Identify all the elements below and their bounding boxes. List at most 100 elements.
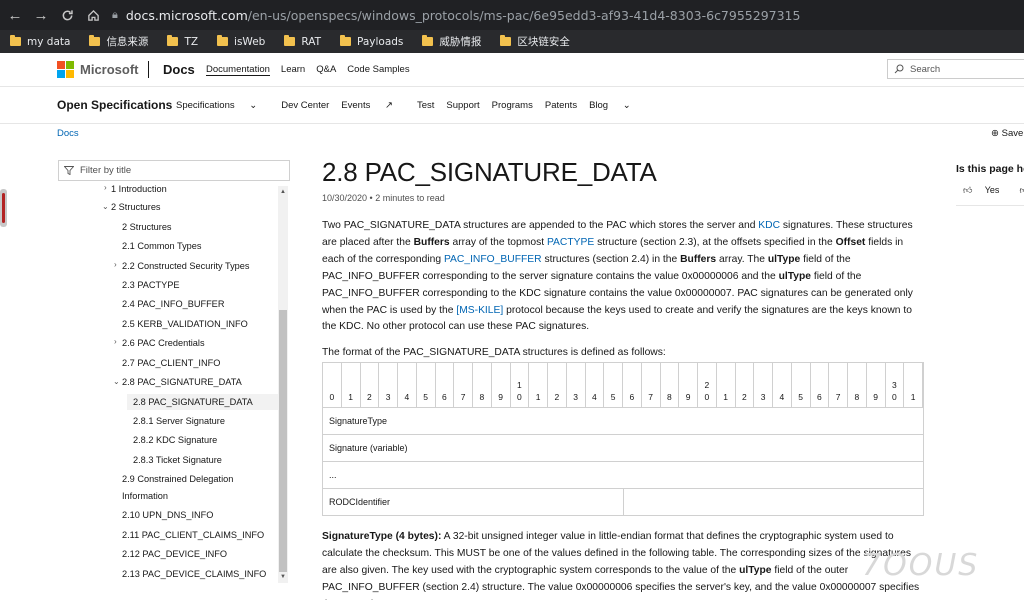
scroll-up-icon[interactable]: ▲ <box>280 189 286 195</box>
toc-item[interactable]: 2 Structures <box>122 221 172 233</box>
toc-item[interactable]: 2.8.1 Server Signature <box>133 415 225 427</box>
bit-label: 3 0 <box>892 380 897 402</box>
microsoft-logo-icon <box>57 61 74 78</box>
toc-item[interactable]: 2.6 PAC Credentials <box>122 337 205 349</box>
page-title: 2.8 PAC_SIGNATURE_DATA <box>322 157 657 187</box>
article-meta: 10/30/2020 • 2 minutes to read <box>322 193 445 203</box>
url-path: /en-us/openspecs/windows_protocols/ms-pa… <box>247 7 801 23</box>
home-icon[interactable] <box>82 4 104 26</box>
nav-dev-center[interactable]: Dev Center <box>281 100 329 111</box>
cell-divider <box>623 488 624 516</box>
pactype-link[interactable]: PACTYPE <box>547 237 594 248</box>
save-button[interactable]: ⊕ Save <box>991 128 1023 139</box>
url-field[interactable]: 🔒︎ docs.microsoft.com/en-us/openspecs/wi… <box>112 4 1024 26</box>
search-icon <box>894 64 904 74</box>
pac-info-buffer-link[interactable]: PAC_INFO_BUFFER <box>444 254 542 265</box>
nav-patents[interactable]: Patents <box>545 100 577 111</box>
toc-item[interactable]: 2.4 PAC_INFO_BUFFER <box>122 298 224 310</box>
open-specs-title[interactable]: Open Specifications <box>57 98 172 112</box>
nav-test[interactable]: Test <box>417 100 434 111</box>
bit-label: 5 <box>610 392 616 402</box>
bit-cell: 0 <box>323 363 342 407</box>
nav-code-samples[interactable]: Code Samples <box>347 64 409 76</box>
bookmark-folder[interactable]: my data <box>10 35 70 48</box>
toc-item[interactable]: 2.8 PAC_SIGNATURE_DATA <box>122 376 242 388</box>
toc-item[interactable]: 2.7 PAC_CLIENT_INFO <box>122 357 220 369</box>
bit-label: 1 <box>910 392 916 402</box>
toc-item[interactable]: 2.10 UPN_DNS_INFO <box>122 509 213 521</box>
watermark: 7OOUS <box>862 548 980 583</box>
nav-programs[interactable]: Programs <box>492 100 533 111</box>
folder-icon <box>339 35 351 46</box>
bit-cell: 3 <box>754 363 773 407</box>
external-link-icon: ↗ <box>384 100 393 111</box>
chevron-right-icon[interactable]: › <box>114 260 117 269</box>
bit-cell: 6 <box>623 363 642 407</box>
scroll-down-icon[interactable]: ▼ <box>280 574 286 580</box>
url-host: docs.microsoft.com <box>125 7 248 23</box>
chevron-down-icon[interactable]: ⌄ <box>113 377 120 386</box>
toc-item[interactable]: 2.9 Constrained Delegation <box>122 473 233 485</box>
forward-arrow-icon[interactable]: → <box>30 4 52 26</box>
chevron-right-icon[interactable]: › <box>104 183 107 192</box>
toc-item[interactable]: 2.1 Common Types <box>122 240 202 252</box>
bit-cell: 3 <box>567 363 586 407</box>
bit-label: 0 <box>329 392 335 402</box>
bit-cell: 4 <box>773 363 792 407</box>
bookmark-folder[interactable]: isWeb <box>217 35 265 48</box>
lock-icon: 🔒︎ <box>112 8 118 21</box>
top-nav: Documentation Learn Q&A Code Samples <box>206 64 421 76</box>
feedback-question: Is this page helpful? <box>956 163 1024 175</box>
nav-support[interactable]: Support <box>446 100 479 111</box>
yes-button[interactable]: 👍︎ Yes <box>963 185 1009 196</box>
bookmark-folder[interactable]: TZ <box>167 35 198 48</box>
bit-label: 1 0 <box>517 380 522 402</box>
bookmark-folder[interactable]: 信息来源 <box>89 34 148 49</box>
bookmark-folder[interactable]: 区块链安全 <box>500 34 570 49</box>
toc-item[interactable]: 1 Introduction <box>111 183 167 195</box>
toc-item[interactable]: Information <box>122 490 168 502</box>
toc-item[interactable]: 2.11 PAC_CLIENT_CLAIMS_INFO <box>122 529 264 541</box>
toc-item[interactable]: 2.13 PAC_DEVICE_CLAIMS_INFO <box>122 568 266 580</box>
bit-label: 9 <box>685 392 691 402</box>
toc-item[interactable]: 2.5 KERB_VALIDATION_INFO <box>122 318 248 330</box>
thumbs-up-icon: 👍︎ <box>963 185 973 195</box>
toc-item[interactable]: 2.12 PAC_DEVICE_INFO <box>122 548 227 560</box>
left-edge-handle <box>0 189 7 227</box>
toc-item-selected[interactable]: 2.8 PAC_SIGNATURE_DATA <box>127 394 278 410</box>
folder-icon <box>284 35 296 46</box>
bit-cell: 7 <box>642 363 661 407</box>
bookmark-folder[interactable]: RAT <box>284 35 321 48</box>
back-arrow-icon[interactable]: ← <box>4 4 26 26</box>
nav-documentation[interactable]: Documentation <box>206 64 270 76</box>
no-button[interactable]: 👎︎ No <box>1019 185 1024 196</box>
folder-icon <box>89 35 101 46</box>
kdc-link[interactable]: KDC <box>758 220 780 231</box>
reload-icon[interactable] <box>56 4 78 26</box>
toc-item[interactable]: 2 Structures <box>111 201 161 213</box>
chevron-right-icon[interactable]: › <box>114 337 117 346</box>
toc-item[interactable]: 2.8.2 KDC Signature <box>133 434 217 446</box>
docs-link[interactable]: Docs <box>163 62 195 77</box>
toc-item[interactable]: 2.3 PACTYPE <box>122 279 180 291</box>
nav-events[interactable]: Events ↗ <box>341 100 405 111</box>
microsoft-logo[interactable]: Microsoft <box>57 61 139 78</box>
toc-filter-input[interactable]: Filter by title <box>58 160 290 181</box>
search-box[interactable]: Search <box>887 59 1024 79</box>
bit-label: 3 <box>573 392 578 402</box>
table-row: ... <box>323 461 923 488</box>
bookmark-folder[interactable]: 威胁情报 <box>422 34 481 49</box>
nav-blog[interactable]: Blog ⌄ <box>589 100 643 111</box>
toc-item[interactable]: 2.2 Constructed Security Types <box>122 260 250 272</box>
toc-scrollbar-thumb[interactable] <box>279 310 287 572</box>
bookmark-folder[interactable]: Payloads <box>339 35 403 48</box>
breadcrumb[interactable]: Docs <box>57 128 79 139</box>
bit-label: 8 <box>854 392 860 402</box>
nav-qa[interactable]: Q&A <box>316 64 336 76</box>
ms-kile-link[interactable]: [MS-KILE] <box>456 305 503 316</box>
chevron-down-icon[interactable]: ⌄ <box>102 202 109 211</box>
toc-item[interactable]: 2.8.3 Ticket Signature <box>133 454 222 466</box>
bit-cell: 2 0 <box>698 363 717 407</box>
nav-specifications[interactable]: Specifications ⌄ <box>176 100 269 111</box>
nav-learn[interactable]: Learn <box>281 64 305 76</box>
